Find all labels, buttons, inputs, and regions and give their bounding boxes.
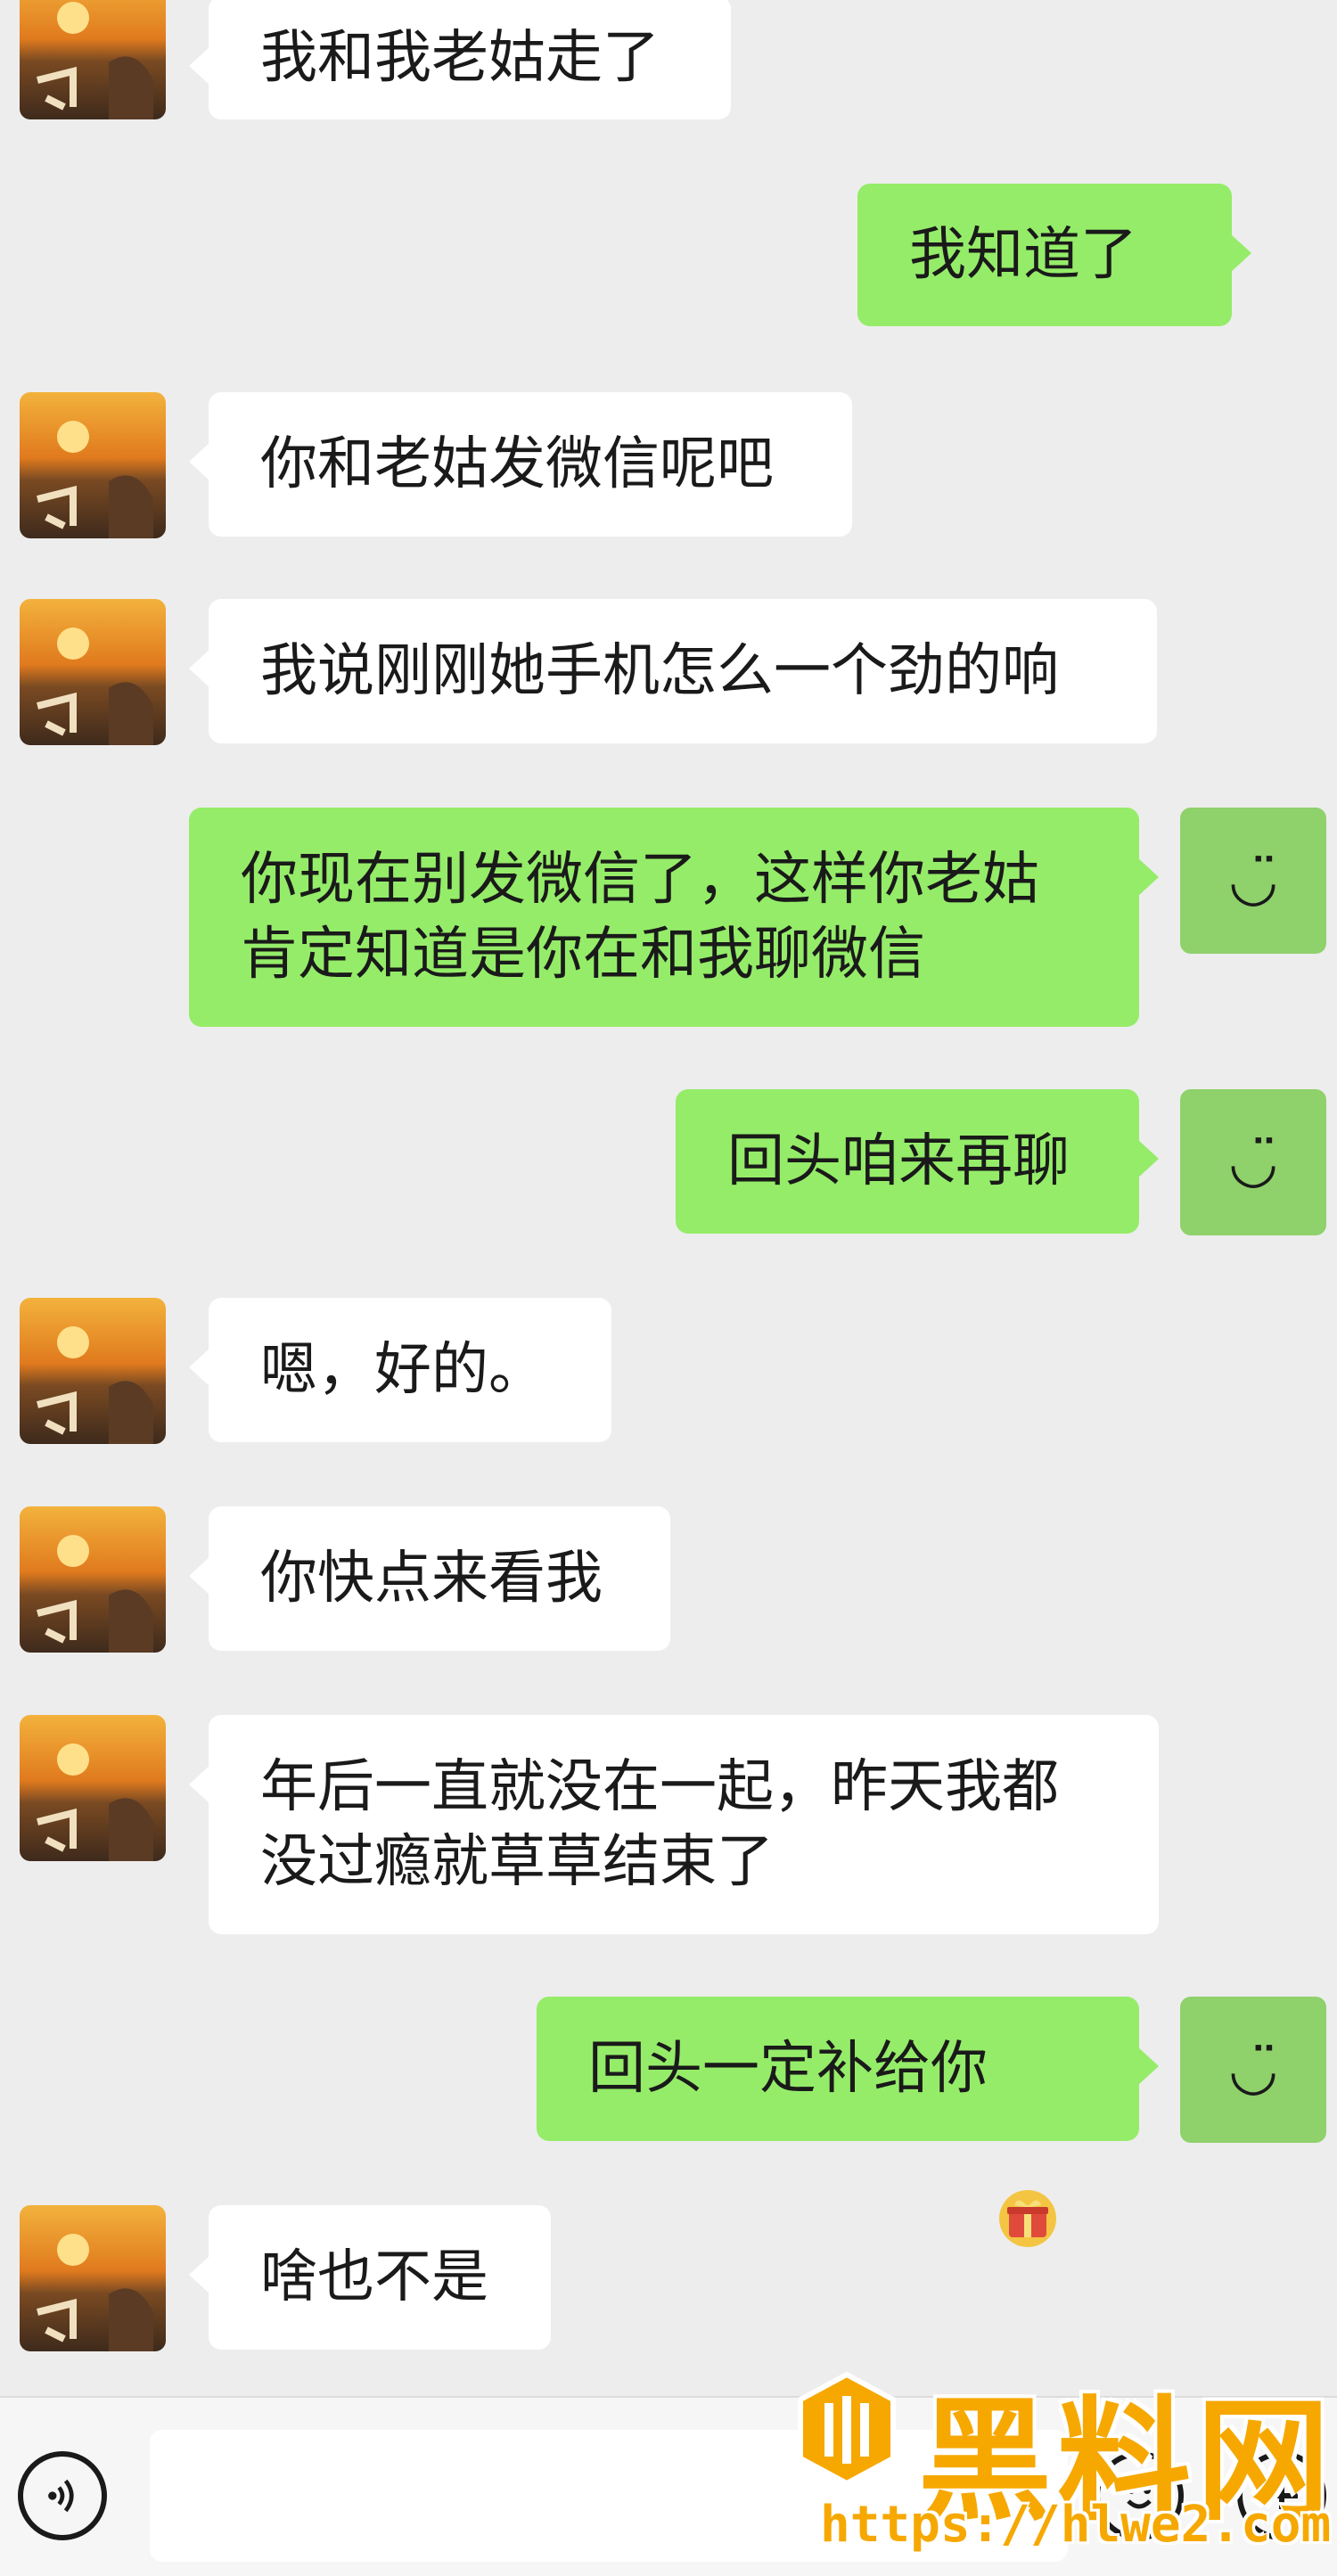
incoming-message-bubble[interactable]: 嗯，好的。	[189, 1298, 611, 1442]
smile-icon: ◡̈	[1228, 1129, 1278, 1195]
watermark-url: https://hlwe2.com	[820, 2496, 1332, 2554]
outgoing-message-bubble[interactable]: 我知道了	[857, 184, 1251, 326]
message-text: 你现在别发微信了，这样你老姑 肯定知道是你在和我聊微信	[241, 847, 1039, 988]
self-avatar[interactable]: ◡̈	[1180, 808, 1326, 954]
contact-avatar[interactable]	[20, 2205, 166, 2351]
outgoing-message-bubble[interactable]: 回头一定补给你	[537, 1997, 1159, 2247]
message-text: 啥也不是	[260, 2244, 488, 2310]
smile-icon: ◡̈	[1228, 2037, 1278, 2103]
outgoing-message-bubble[interactable]: 回头咱来再聊	[676, 1089, 1159, 1234]
contact-avatar[interactable]	[20, 392, 166, 538]
contact-avatar[interactable]	[20, 1298, 166, 1444]
incoming-message-bubble[interactable]: 我说刚刚她手机怎么一个劲的响	[189, 599, 1157, 743]
contact-avatar[interactable]	[20, 1715, 166, 1861]
contact-avatar[interactable]	[20, 0, 166, 119]
contact-avatar[interactable]	[20, 1506, 166, 1653]
message-text: 我和我老姑走了	[260, 25, 660, 91]
incoming-message-bubble[interactable]: 年后一直就没在一起，昨天我都 没过瘾就草草结束了	[189, 1715, 1159, 1934]
message-text: 我知道了	[909, 222, 1137, 288]
watermark-logo-icon	[798, 2371, 896, 2487]
message-text: 回头一定补给你	[588, 2036, 988, 2102]
incoming-message-bubble[interactable]: 我和我老姑走了	[189, 0, 731, 119]
message-text: 回头咱来再聊	[727, 1128, 1070, 1194]
outgoing-message-bubble[interactable]: 你现在别发微信了，这样你老姑 肯定知道是你在和我聊微信	[189, 808, 1159, 1027]
self-avatar[interactable]: ◡̈	[1180, 1089, 1326, 1235]
contact-avatar[interactable]	[20, 599, 166, 745]
incoming-message-bubble[interactable]: 啥也不是	[189, 2205, 551, 2350]
gift-emoji-icon	[997, 2038, 1059, 2247]
smile-icon: ◡̈	[1228, 848, 1278, 914]
message-text: 嗯，好的。	[260, 1337, 545, 1403]
message-text: 年后一直就没在一起，昨天我都 没过瘾就草草结束了	[260, 1754, 1059, 1895]
watermark: 黑料网 https://hlwe2.com	[784, 2353, 1331, 2567]
message-text: 我说刚刚她手机怎么一个劲的响	[260, 638, 1059, 704]
message-text: 你快点来看我	[260, 1546, 603, 1612]
self-avatar[interactable]: ◡̈	[1180, 1997, 1326, 2143]
message-text: 你和老姑发微信呢吧	[260, 431, 774, 497]
incoming-message-bubble[interactable]: 你快点来看我	[189, 1506, 670, 1651]
voice-icon[interactable]	[18, 2451, 107, 2540]
incoming-message-bubble[interactable]: 你和老姑发微信呢吧	[189, 392, 852, 537]
